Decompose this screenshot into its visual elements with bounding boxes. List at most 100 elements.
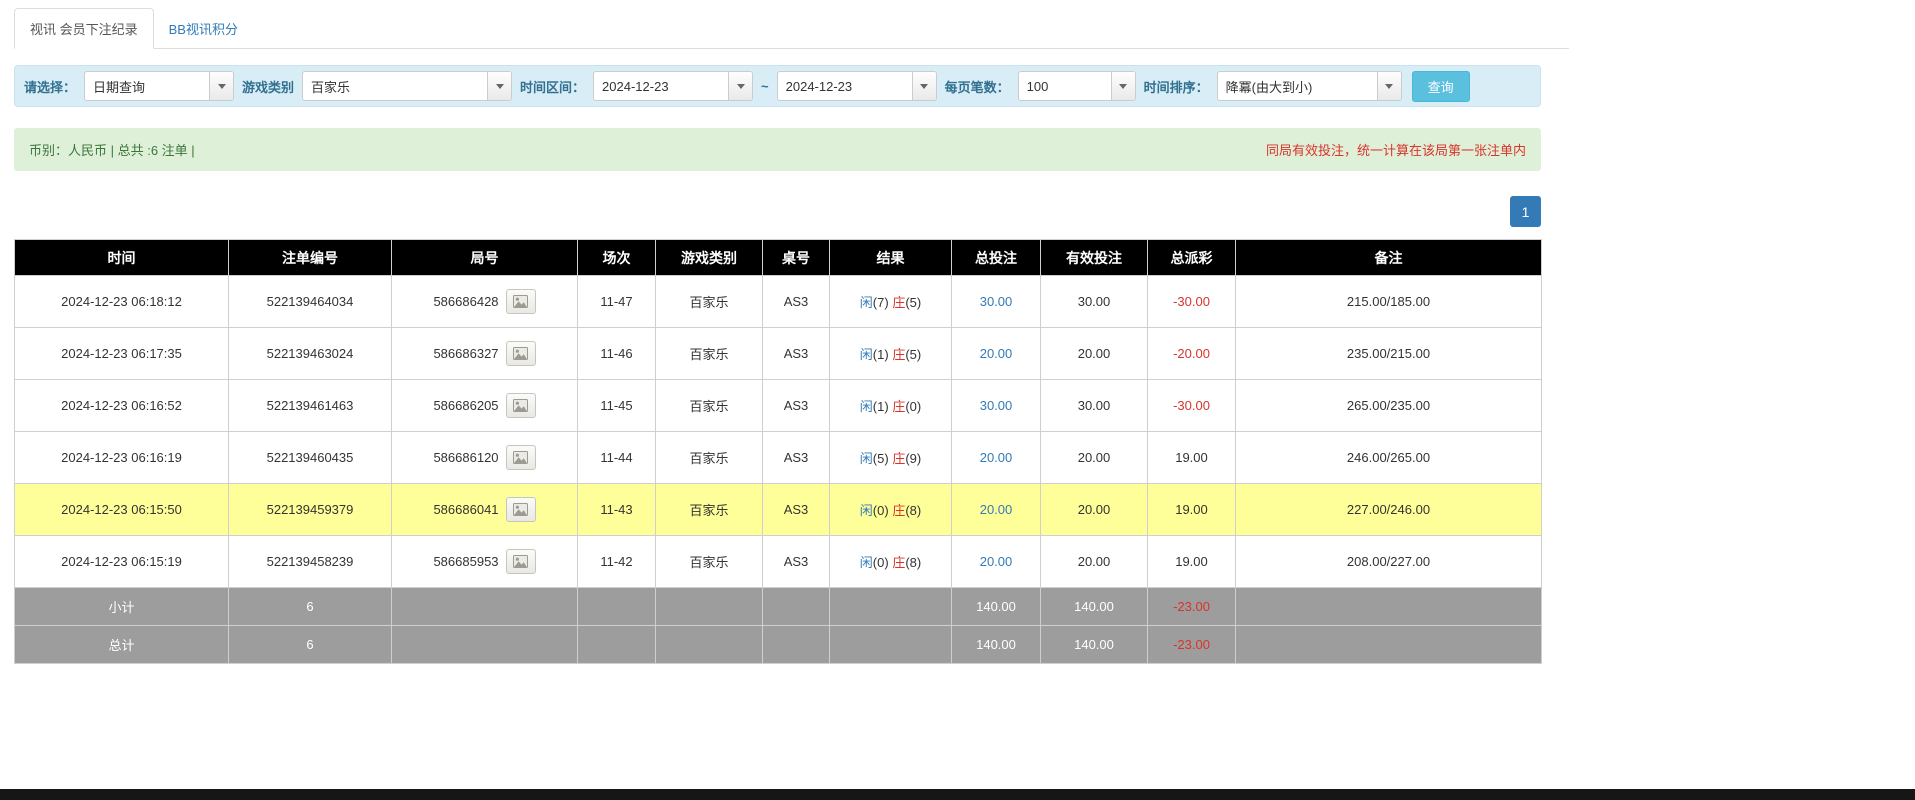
cell-game-type: 百家乐: [656, 536, 763, 588]
sort-order-label: 时间排序：: [1144, 77, 1209, 96]
currency-summary-text: 币别：人民币 | 总共 :6 注单 |: [29, 140, 195, 159]
table-header-row: 时间注单编号局号场次游戏类别桌号结果总投注有效投注总派彩备注: [15, 240, 1542, 276]
cell-payout: 19.00: [1148, 536, 1236, 588]
cell-round: 586686428: [392, 276, 578, 328]
date-to-dropdown-button[interactable]: [912, 72, 936, 100]
page-size-dropdown-button[interactable]: [1111, 72, 1135, 100]
cell-bet-id: 522139461463: [229, 380, 392, 432]
replay-image-button[interactable]: [506, 497, 536, 522]
payout-value: -30.00: [1173, 294, 1210, 309]
result-banker-label: 庄: [892, 503, 905, 518]
cell-valid-bet: 20.00: [1041, 432, 1148, 484]
payout-value: 19.00: [1175, 554, 1208, 569]
result-player-label: 闲: [860, 451, 873, 466]
result-banker-score: (8): [905, 555, 921, 570]
sort-order-dropdown-button[interactable]: [1377, 72, 1401, 100]
tab-bar: 视讯 会员下注纪录 BB视讯积分: [14, 8, 1569, 49]
table-row: 2024-12-23 06:16:19522139460435586686120…: [15, 432, 1542, 484]
page-size-select[interactable]: 100: [1018, 71, 1136, 101]
result-banker-score: (8): [905, 503, 921, 518]
cell-note: 246.00/265.00: [1236, 432, 1542, 484]
cell-session: 11-42: [578, 536, 656, 588]
payout-value: -30.00: [1173, 398, 1210, 413]
cell-round: 586686205: [392, 380, 578, 432]
image-icon: [513, 555, 528, 568]
cell-bet-id: 522139459379: [229, 484, 392, 536]
cell-session: 11-46: [578, 328, 656, 380]
footer-valid-bet: 140.00: [1041, 588, 1148, 626]
cell-total-bet: 20.00: [952, 484, 1041, 536]
cell-valid-bet: 30.00: [1041, 380, 1148, 432]
date-from-dropdown-button[interactable]: [728, 72, 752, 100]
bottom-bar: [0, 789, 1915, 800]
total-bet-link[interactable]: 30.00: [980, 398, 1013, 413]
column-header: 游戏类别: [656, 240, 763, 276]
image-icon: [513, 295, 528, 308]
search-button[interactable]: 查询: [1412, 71, 1470, 102]
summary-bar: 币别：人民币 | 总共 :6 注单 | 同局有效投注，统一计算在该局第一张注单内: [14, 128, 1541, 171]
chevron-down-icon: [496, 84, 504, 89]
total-bet-link[interactable]: 20.00: [980, 346, 1013, 361]
date-from-select[interactable]: 2024-12-23: [593, 71, 753, 101]
cell-valid-bet: 30.00: [1041, 276, 1148, 328]
game-type-dropdown-button[interactable]: [487, 72, 511, 100]
result-banker-score: (9): [905, 451, 921, 466]
cell-note: 227.00/246.00: [1236, 484, 1542, 536]
table-row: 2024-12-23 06:18:12522139464034586686428…: [15, 276, 1542, 328]
cell-total-bet: 20.00: [952, 432, 1041, 484]
cell-time: 2024-12-23 06:15:19: [15, 536, 229, 588]
replay-image-button[interactable]: [506, 445, 536, 470]
total-bet-link[interactable]: 20.00: [980, 554, 1013, 569]
footer-empty: [830, 588, 952, 626]
footer-empty: [392, 626, 578, 664]
sort-order-select[interactable]: 降冪(由大到小): [1217, 71, 1402, 101]
result-banker-label: 庄: [892, 347, 905, 362]
total-bet-link[interactable]: 30.00: [980, 294, 1013, 309]
result-player-score: (1): [873, 399, 889, 414]
footer-count: 6: [229, 626, 392, 664]
date-to-select[interactable]: 2024-12-23: [777, 71, 937, 101]
game-type-select[interactable]: 百家乐: [302, 71, 512, 101]
footer-empty: [763, 588, 830, 626]
replay-image-button[interactable]: [506, 393, 536, 418]
betting-records-table: 时间注单编号局号场次游戏类别桌号结果总投注有效投注总派彩备注 2024-12-2…: [14, 239, 1542, 664]
cell-valid-bet: 20.00: [1041, 484, 1148, 536]
cell-time: 2024-12-23 06:18:12: [15, 276, 229, 328]
footer-empty: [830, 626, 952, 664]
cell-note: 265.00/235.00: [1236, 380, 1542, 432]
result-player-label: 闲: [860, 503, 873, 518]
column-header: 总投注: [952, 240, 1041, 276]
replay-image-button[interactable]: [506, 549, 536, 574]
date-range-separator: ~: [761, 79, 769, 94]
cell-payout: -30.00: [1148, 276, 1236, 328]
table-row: 2024-12-23 06:16:52522139461463586686205…: [15, 380, 1542, 432]
payout-value: 19.00: [1175, 450, 1208, 465]
replay-image-button[interactable]: [506, 341, 536, 366]
column-header: 备注: [1236, 240, 1542, 276]
date-from-value: 2024-12-23: [594, 72, 728, 100]
cell-session: 11-45: [578, 380, 656, 432]
footer-empty: [1236, 626, 1542, 664]
footer-empty: [392, 588, 578, 626]
replay-image-button[interactable]: [506, 289, 536, 314]
cell-table-no: AS3: [763, 536, 830, 588]
grandtotal-row: 总计6140.00140.00-23.00: [15, 626, 1542, 664]
query-type-dropdown-button[interactable]: [209, 72, 233, 100]
tab-bb-video-points[interactable]: BB视讯积分: [154, 9, 253, 48]
total-bet-link[interactable]: 20.00: [980, 450, 1013, 465]
cell-payout: -20.00: [1148, 328, 1236, 380]
cell-result: 闲(0) 庄(8): [830, 536, 952, 588]
table-row: 2024-12-23 06:15:50522139459379586686041…: [15, 484, 1542, 536]
query-type-select[interactable]: 日期查询: [84, 71, 234, 101]
cell-result: 闲(1) 庄(5): [830, 328, 952, 380]
total-bet-link[interactable]: 20.00: [980, 502, 1013, 517]
footer-empty: [763, 626, 830, 664]
column-header: 总派彩: [1148, 240, 1236, 276]
cell-session: 11-44: [578, 432, 656, 484]
tab-video-betting-records[interactable]: 视讯 会员下注纪录: [14, 8, 154, 49]
result-player-label: 闲: [860, 399, 873, 414]
result-player-label: 闲: [860, 347, 873, 362]
page-1-button[interactable]: 1: [1510, 196, 1541, 227]
footer-valid-bet: 140.00: [1041, 626, 1148, 664]
note-warning-text: 同局有效投注，统一计算在该局第一张注单内: [1266, 140, 1526, 159]
